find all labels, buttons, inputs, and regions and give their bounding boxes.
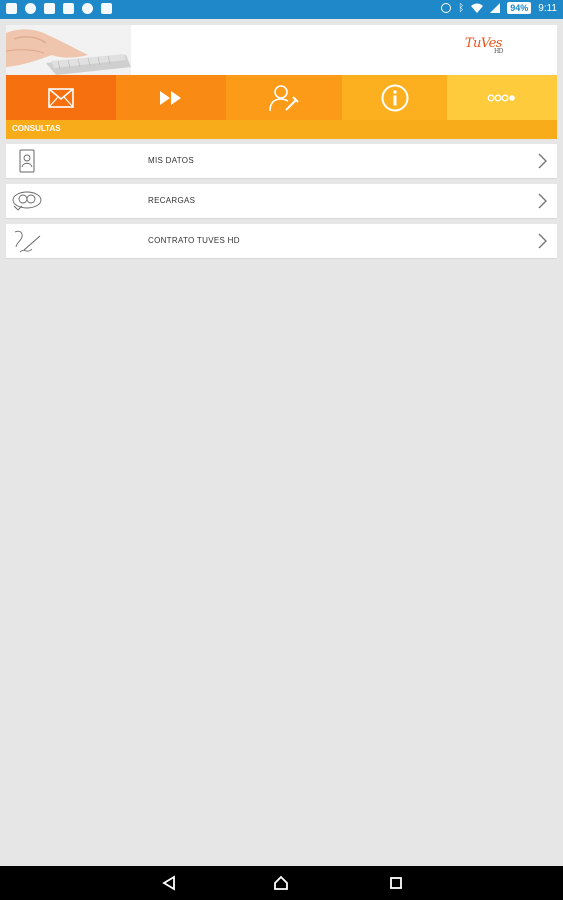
play-store-icon <box>101 3 112 14</box>
chevron-right-icon <box>538 233 547 249</box>
hand-on-keyboard-image <box>6 25 131 75</box>
menu-item-contrato-tuves-hd[interactable]: CONTRATO TUVES HD <box>6 224 557 259</box>
toolbar-forward-button[interactable] <box>116 75 226 120</box>
notification-icons <box>6 3 112 14</box>
bluetooth-icon: ᛒ <box>458 2 465 14</box>
home-icon[interactable] <box>273 875 289 891</box>
system-icons: ᛒ 94% 9:11 <box>441 2 557 14</box>
chevron-right-icon <box>538 193 547 209</box>
wifi-icon <box>471 3 484 13</box>
do-not-disturb-icon <box>441 3 452 13</box>
id-card-icon <box>19 149 35 173</box>
menu-item-label: RECARGAS <box>148 196 196 205</box>
image-icon <box>44 3 55 14</box>
toolbar-user-settings-button[interactable] <box>226 75 342 120</box>
menu-list: MIS DATOS RECARGAS CONTRATO TUVES HD <box>6 144 557 264</box>
menu-item-label: MIS DATOS <box>148 156 194 165</box>
main-toolbar <box>6 75 557 120</box>
recent-apps-icon[interactable] <box>389 875 403 891</box>
notification-icon <box>25 3 36 14</box>
tuves-logo: TuVesHD <box>465 36 511 55</box>
info-icon <box>381 84 408 111</box>
menu-item-mis-datos[interactable]: MIS DATOS <box>6 144 557 179</box>
battery-level: 94% <box>507 2 532 14</box>
check-icon <box>63 3 74 14</box>
menu-item-label: CONTRATO TUVES HD <box>148 236 240 245</box>
toolbar-more-button[interactable] <box>447 75 557 120</box>
clock: 9:11 <box>538 2 557 14</box>
user-settings-icon <box>269 84 299 111</box>
chevron-right-icon <box>538 153 547 169</box>
signal-icon <box>490 3 501 13</box>
status-bar: ᛒ 94% 9:11 <box>0 0 563 19</box>
menu-item-recargas[interactable]: RECARGAS <box>6 184 557 219</box>
fast-forward-icon <box>160 90 181 105</box>
mail-icon <box>48 87 74 108</box>
contract-signature-icon <box>14 230 41 253</box>
section-title: CONSULTAS <box>12 124 61 133</box>
blocked-icon <box>82 3 93 14</box>
navigation-bar <box>0 866 563 900</box>
logo-hd: HD <box>493 48 504 55</box>
toolbar-mail-button[interactable] <box>6 75 116 120</box>
back-icon[interactable] <box>162 875 176 891</box>
more-icon <box>487 94 515 101</box>
toolbar-info-button[interactable] <box>342 75 447 120</box>
header-banner: TuVesHD <box>6 25 557 75</box>
recharge-icon <box>12 191 42 211</box>
section-header: CONSULTAS <box>6 120 557 139</box>
notification-icon <box>6 3 17 14</box>
